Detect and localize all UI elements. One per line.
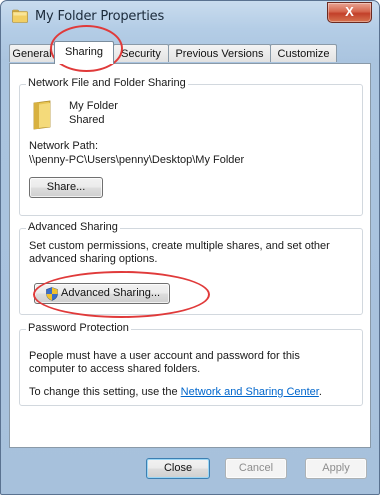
password-protection-text-2: computer to access shared folders.	[29, 363, 201, 375]
folder-icon	[12, 9, 28, 23]
password-protection-text: People must have a user account and pass…	[29, 350, 300, 362]
tab-previous-versions[interactable]: Previous Versions	[168, 44, 271, 62]
sharing-panel: Network File and Folder Sharing My Folde…	[9, 63, 371, 448]
network-path-label: Network Path:	[29, 140, 99, 152]
close-button[interactable]: Close	[146, 458, 210, 479]
network-sharing-group: Network File and Folder Sharing My Folde…	[19, 77, 363, 216]
tab-security[interactable]: Security	[113, 44, 169, 62]
change-setting-text: To change this setting, use the Network …	[29, 386, 322, 399]
change-setting-prefix: To change this setting, use the	[29, 386, 178, 398]
tab-strip: General Sharing Security Previous Versio…	[9, 41, 371, 64]
change-setting-suffix: .	[318, 386, 322, 398]
properties-dialog: My Folder Properties X General Sharing S…	[0, 0, 380, 495]
password-protection-heading: Password Protection	[26, 322, 131, 334]
cancel-button[interactable]: Cancel	[225, 458, 287, 479]
folder-name: My Folder	[69, 100, 118, 112]
title-bar[interactable]: My Folder Properties X	[1, 1, 379, 31]
network-path-value: \\penny-PC\Users\penny\Desktop\My Folder	[29, 154, 245, 166]
network-sharing-center-link[interactable]: Network and Sharing Center	[181, 386, 319, 398]
folder-status: Shared	[69, 114, 105, 126]
tab-customize[interactable]: Customize	[270, 44, 337, 62]
password-protection-group: Password Protection People must have a u…	[19, 322, 363, 406]
uac-shield-icon	[46, 287, 58, 301]
close-window-button[interactable]: X	[327, 2, 372, 23]
advanced-sharing-button-label: Advanced Sharing...	[61, 287, 161, 299]
advanced-sharing-group: Advanced Sharing Set custom permissions,…	[19, 221, 363, 315]
advanced-sharing-description: Set custom permissions, create multiple …	[29, 240, 330, 252]
tab-sharing[interactable]: Sharing	[54, 41, 114, 64]
window-title: My Folder Properties	[35, 9, 165, 24]
folder-icon	[33, 100, 51, 130]
tab-general[interactable]: General	[9, 44, 55, 62]
advanced-sharing-description-2: advanced sharing options.	[29, 253, 158, 265]
advanced-sharing-button[interactable]: Advanced Sharing...	[34, 283, 170, 304]
apply-button[interactable]: Apply	[305, 458, 367, 479]
network-sharing-heading: Network File and Folder Sharing	[26, 77, 188, 89]
advanced-sharing-heading: Advanced Sharing	[26, 221, 120, 233]
share-button[interactable]: Share...	[29, 177, 103, 198]
